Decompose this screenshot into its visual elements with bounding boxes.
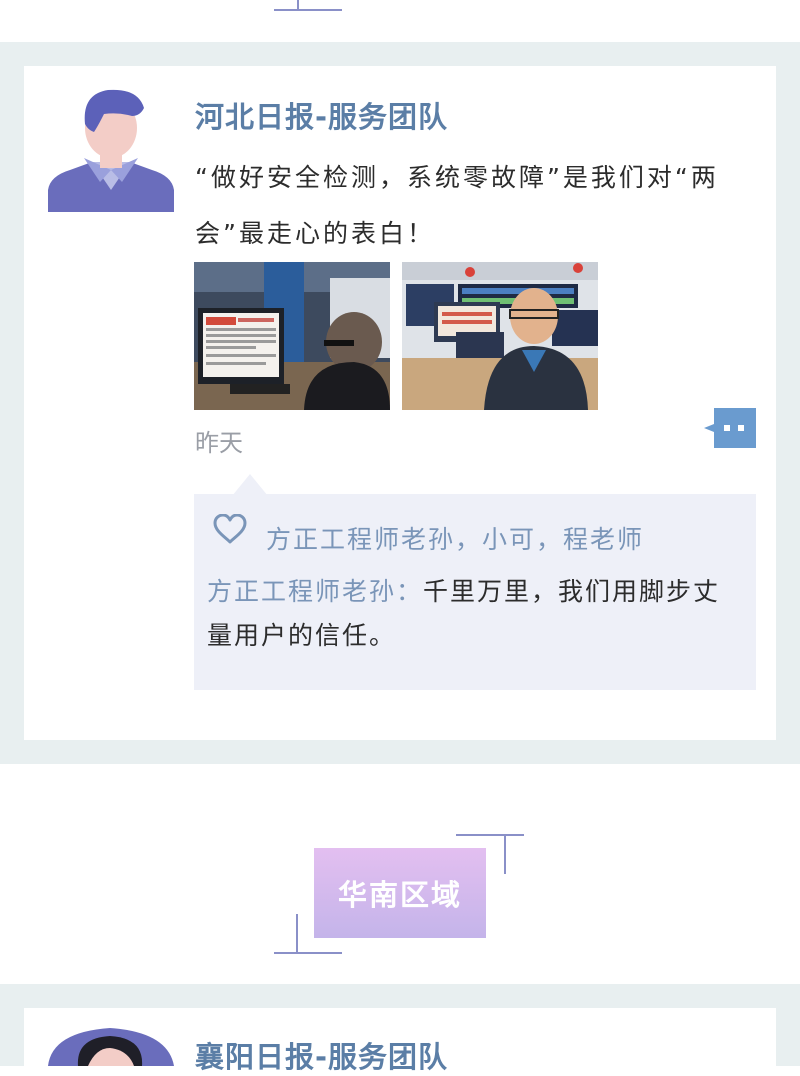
heart-icon[interactable]	[213, 514, 247, 544]
region-badge: 华南区域	[314, 848, 486, 938]
team-name[interactable]: 襄阳日报-服务团队	[195, 1034, 448, 1076]
comment-icon[interactable]	[704, 408, 756, 448]
comment: 方正工程师老孙：千里万里，我们用脚步丈量用户的信任。	[207, 570, 747, 658]
team-name[interactable]: 河北日报-服务团队	[195, 94, 448, 136]
decorative-line	[274, 952, 342, 954]
decorative-line	[297, 0, 299, 10]
post-photo[interactable]	[194, 262, 390, 410]
decorative-line	[296, 914, 298, 954]
post-text: “做好安全检测，系统零故障”是我们对“两会”最走心的表白！	[195, 163, 719, 248]
comment-pointer	[232, 474, 268, 496]
decorative-line	[504, 834, 506, 874]
decorative-line	[274, 9, 342, 11]
post-photo[interactable]	[402, 262, 598, 410]
avatar	[48, 89, 174, 212]
comment-author[interactable]: 方正工程师老孙：	[207, 577, 423, 606]
post-time: 昨天	[195, 429, 243, 457]
avatar	[48, 1028, 174, 1066]
likes-list: 方正工程师老孙，小可，程老师	[266, 525, 645, 554]
decorative-line	[456, 834, 524, 836]
